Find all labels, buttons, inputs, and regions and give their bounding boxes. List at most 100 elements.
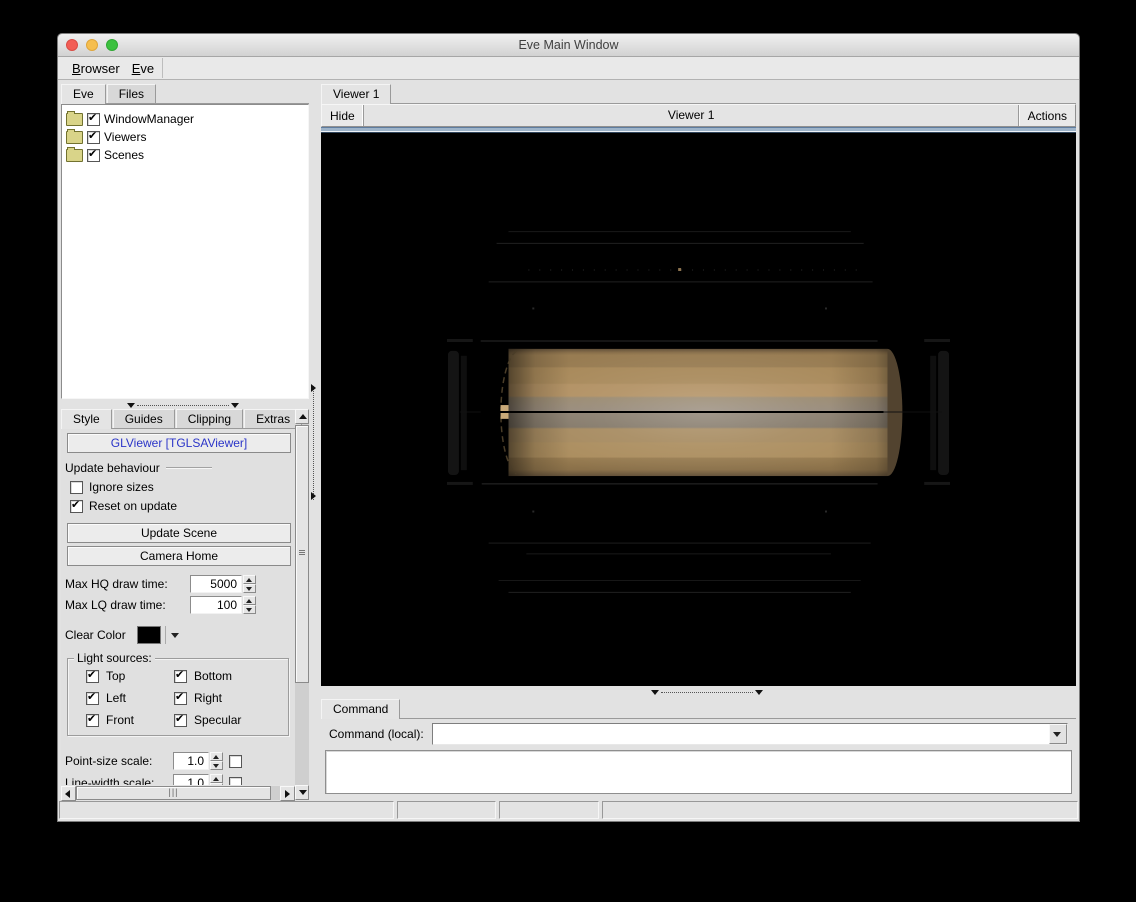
clear-color-swatch[interactable] xyxy=(137,626,161,644)
command-combobox[interactable] xyxy=(431,723,1068,745)
style-editor-panel: GLViewer [TGLSAViewer] Update behaviour … xyxy=(61,429,295,785)
spin-down-button[interactable] xyxy=(243,584,256,593)
tree-editor-splitter[interactable] xyxy=(61,399,309,409)
command-tab-bar: Command xyxy=(321,696,1076,719)
clear-color-row: Clear Color xyxy=(65,626,293,644)
minimize-window-button[interactable] xyxy=(86,39,98,51)
tree-item-viewers[interactable]: Viewers xyxy=(66,128,304,146)
point-size-label: Point-size scale: xyxy=(65,754,153,768)
close-window-button[interactable] xyxy=(66,39,78,51)
scrollbar-track[interactable] xyxy=(76,786,280,800)
spin-up-button[interactable] xyxy=(243,596,256,605)
splitter-arrow-icon xyxy=(311,492,316,500)
tree-item-scenes[interactable]: Scenes xyxy=(66,146,304,164)
spin-up-button[interactable] xyxy=(210,774,223,783)
tab-eve[interactable]: Eve xyxy=(61,84,106,104)
line-width-value[interactable]: 1.0 xyxy=(173,774,209,785)
spin-up-button[interactable] xyxy=(210,752,223,761)
command-row: Command (local): xyxy=(321,719,1076,749)
line-width-label: Line-width scale: xyxy=(65,776,155,785)
tree-item-label[interactable]: Scenes xyxy=(104,148,144,162)
menu-browser[interactable]: Browser xyxy=(66,59,126,78)
tree-item-label[interactable]: WindowManager xyxy=(104,112,194,126)
spin-down-button[interactable] xyxy=(210,761,223,770)
max-hq-label: Max HQ draw time: xyxy=(65,577,168,591)
editor-vertical-scrollbar[interactable] xyxy=(295,409,309,800)
eve-tree-view[interactable]: WindowManager Viewers Scenes xyxy=(61,104,309,399)
actions-button[interactable]: Actions xyxy=(1018,105,1075,126)
hide-button[interactable]: Hide xyxy=(322,105,364,126)
scrollbar-thumb[interactable] xyxy=(76,786,271,800)
panel-splitter[interactable] xyxy=(309,84,318,800)
point-size-value[interactable]: 1.0 xyxy=(173,752,209,770)
reset-on-update-row: Reset on update xyxy=(65,498,293,513)
ignore-sizes-label[interactable]: Ignore sizes xyxy=(89,480,154,494)
zoom-window-button[interactable] xyxy=(106,39,118,51)
max-lq-spinner: 100 xyxy=(190,596,256,614)
scroll-right-button[interactable] xyxy=(280,786,295,801)
point-size-spinner: 1.0 xyxy=(173,752,223,770)
command-output[interactable] xyxy=(325,750,1072,794)
gl-viewport[interactable] xyxy=(321,133,1076,686)
light-top-checkbox[interactable] xyxy=(86,668,99,683)
main-area: Eve Files WindowManager Viewers Scen xyxy=(58,80,1079,801)
scenes-checkbox[interactable] xyxy=(87,147,100,162)
menu-eve[interactable]: Eve xyxy=(126,59,160,78)
editor-tab-bar: Style Guides Clipping Extras xyxy=(61,409,303,429)
point-size-checkbox[interactable] xyxy=(229,754,242,768)
detector-3d-scene xyxy=(446,231,951,593)
spin-up-button[interactable] xyxy=(243,575,256,584)
splitter-arrow-icon xyxy=(651,690,659,695)
tab-guides[interactable]: Guides xyxy=(112,409,175,428)
light-front-checkbox[interactable] xyxy=(86,712,99,727)
tree-item-label[interactable]: Viewers xyxy=(104,130,146,144)
max-lq-value[interactable]: 100 xyxy=(190,596,242,614)
viewport-command-splitter[interactable] xyxy=(321,686,1076,696)
max-lq-row: Max LQ draw time: 100 xyxy=(65,596,293,614)
reset-on-update-checkbox[interactable] xyxy=(70,498,83,513)
traffic-lights xyxy=(66,39,118,51)
max-lq-label: Max LQ draw time: xyxy=(65,598,166,612)
update-behaviour-label: Update behaviour xyxy=(65,461,160,475)
update-scene-button[interactable]: Update Scene xyxy=(67,523,291,543)
viewers-checkbox[interactable] xyxy=(87,129,100,144)
camera-home-button[interactable]: Camera Home xyxy=(67,546,291,566)
tab-clipping[interactable]: Clipping xyxy=(175,409,244,428)
color-dropdown-arrow-icon[interactable] xyxy=(171,632,179,638)
editor-zone: Style Guides Clipping Extras GLViewer [T… xyxy=(61,409,309,801)
tab-files[interactable]: Files xyxy=(106,84,157,103)
scroll-up-button[interactable] xyxy=(295,409,309,424)
viewer-panel: Viewer 1 Hide Viewer 1 Actions Command C… xyxy=(318,84,1079,800)
line-width-checkbox[interactable] xyxy=(229,776,242,785)
splitter-arrow-icon xyxy=(231,403,239,408)
windowmanager-checkbox[interactable] xyxy=(87,111,100,126)
reset-on-update-label[interactable]: Reset on update xyxy=(89,499,177,513)
combo-dropdown-button[interactable] xyxy=(1049,724,1067,744)
light-sources-group: Light sources: Top Bottom Left Right Fro… xyxy=(67,651,289,736)
glviewer-link-button[interactable]: GLViewer [TGLSAViewer] xyxy=(67,433,291,453)
title-bar[interactable]: Eve Main Window xyxy=(58,34,1079,57)
groove-line xyxy=(165,467,212,469)
menu-frame-divider xyxy=(162,58,164,78)
tab-viewer-1[interactable]: Viewer 1 xyxy=(321,84,392,104)
scrollbar-thumb[interactable] xyxy=(295,425,309,683)
editor-horizontal-scrollbar[interactable] xyxy=(61,786,295,801)
tab-style[interactable]: Style xyxy=(61,409,112,429)
light-specular-checkbox[interactable] xyxy=(174,712,187,727)
clear-color-label: Clear Color xyxy=(65,628,126,642)
command-input[interactable] xyxy=(432,724,1049,744)
light-right-checkbox[interactable] xyxy=(174,690,187,705)
folder-icon xyxy=(66,111,83,126)
spin-down-button[interactable] xyxy=(210,783,223,785)
command-local-label: Command (local): xyxy=(329,727,424,741)
max-hq-value[interactable]: 5000 xyxy=(190,575,242,593)
scroll-down-button[interactable] xyxy=(295,785,309,800)
spin-down-button[interactable] xyxy=(243,605,256,614)
ignore-sizes-checkbox[interactable] xyxy=(70,480,83,494)
light-left-checkbox[interactable] xyxy=(86,690,99,705)
scroll-left-button[interactable] xyxy=(61,786,76,801)
light-bottom-checkbox[interactable] xyxy=(174,668,187,683)
tab-extras[interactable]: Extras xyxy=(244,409,303,428)
tree-item-windowmanager[interactable]: WindowManager xyxy=(66,110,304,128)
tab-command[interactable]: Command xyxy=(321,699,401,719)
